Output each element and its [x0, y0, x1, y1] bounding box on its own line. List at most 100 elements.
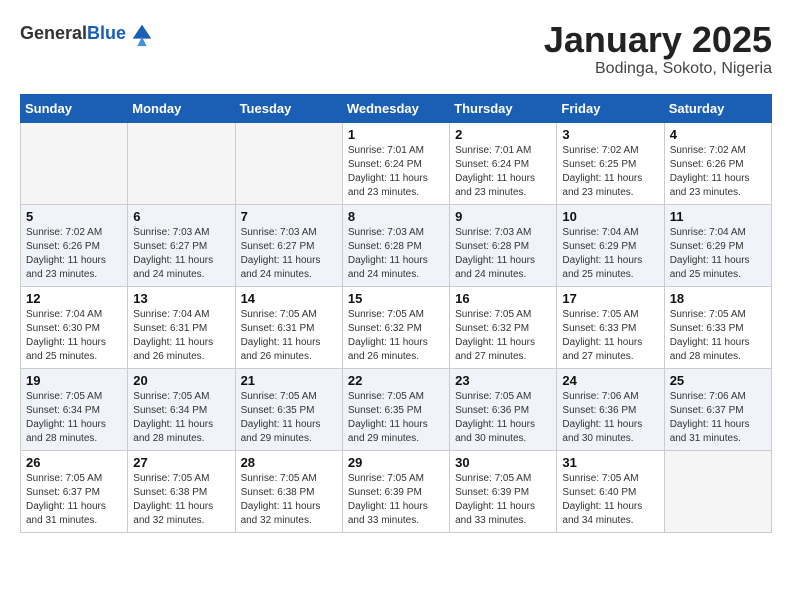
day-number: 24: [562, 373, 658, 388]
day-number: 29: [348, 455, 444, 470]
day-number: 28: [241, 455, 337, 470]
calendar-week-row: 5Sunrise: 7:02 AM Sunset: 6:26 PM Daylig…: [21, 204, 772, 286]
day-number: 20: [133, 373, 229, 388]
weekday-header-thursday: Thursday: [450, 94, 557, 122]
day-number: 6: [133, 209, 229, 224]
day-number: 31: [562, 455, 658, 470]
day-info: Sunrise: 7:01 AM Sunset: 6:24 PM Dayligh…: [348, 144, 444, 200]
day-number: 1: [348, 127, 444, 142]
weekday-header-monday: Monday: [128, 94, 235, 122]
day-info: Sunrise: 7:05 AM Sunset: 6:39 PM Dayligh…: [455, 472, 551, 528]
calendar-day-cell: 12 Sunrise: 7:04 AM Sunset: 6:30 PM Dayli…: [21, 286, 128, 368]
day-number: 18: [670, 291, 766, 306]
day-number: 14: [241, 291, 337, 306]
location: Bodinga, Sokoto, Nigeria: [544, 60, 772, 78]
calendar-day-cell: 17Sunrise: 7:05 AM Sunset: 6:33 PM Dayli…: [557, 286, 664, 368]
weekday-header-tuesday: Tuesday: [235, 94, 342, 122]
day-number: 3: [562, 127, 658, 142]
calendar-day-cell: 30 Sunrise: 7:05 AM Sunset: 6:39 PM Dayli…: [450, 450, 557, 532]
day-info: Sunrise: 7:05 AM Sunset: 6:32 PM Dayligh…: [348, 308, 444, 364]
calendar-day-cell: 9 Sunrise: 7:03 AM Sunset: 6:28 PM Daylig…: [450, 204, 557, 286]
weekday-header-wednesday: Wednesday: [342, 94, 449, 122]
calendar-day-cell: 11 Sunrise: 7:04 AM Sunset: 6:29 PM Dayli…: [664, 204, 771, 286]
calendar-day-cell: 19 Sunrise: 7:05 AM Sunset: 6:34 PM Dayli…: [21, 368, 128, 450]
calendar-day-cell: 2 Sunrise: 7:01 AM Sunset: 6:24 PM Daylig…: [450, 122, 557, 204]
calendar-day-cell: [21, 122, 128, 204]
weekday-header-sunday: Sunday: [21, 94, 128, 122]
calendar-day-cell: [664, 450, 771, 532]
day-number: 13: [133, 291, 229, 306]
calendar-week-row: 26 Sunrise: 7:05 AM Sunset: 6:37 PM Dayli…: [21, 450, 772, 532]
calendar-day-cell: 20 Sunrise: 7:05 AM Sunset: 6:34 PM Dayli…: [128, 368, 235, 450]
day-info: Sunrise: 7:05 AM Sunset: 6:40 PM Dayligh…: [562, 472, 658, 528]
day-info: Sunrise: 7:05 AM Sunset: 6:33 PM Dayligh…: [562, 308, 658, 364]
day-number: 8: [348, 209, 444, 224]
calendar-day-cell: 31 Sunrise: 7:05 AM Sunset: 6:40 PM Dayli…: [557, 450, 664, 532]
day-info: Sunrise: 7:04 AM Sunset: 6:29 PM Dayligh…: [670, 226, 766, 282]
day-info: Sunrise: 7:05 AM Sunset: 6:36 PM Dayligh…: [455, 390, 551, 446]
calendar-day-cell: 18 Sunrise: 7:05 AM Sunset: 6:33 PM Dayli…: [664, 286, 771, 368]
day-info: Sunrise: 7:05 AM Sunset: 6:38 PM Dayligh…: [133, 472, 229, 528]
day-info: Sunrise: 7:02 AM Sunset: 6:26 PM Dayligh…: [670, 144, 766, 200]
calendar-day-cell: 5Sunrise: 7:02 AM Sunset: 6:26 PM Daylig…: [21, 204, 128, 286]
day-number: 16: [455, 291, 551, 306]
day-info: Sunrise: 7:05 AM Sunset: 6:35 PM Dayligh…: [241, 390, 337, 446]
day-info: Sunrise: 7:05 AM Sunset: 6:34 PM Dayligh…: [133, 390, 229, 446]
day-info: Sunrise: 7:03 AM Sunset: 6:28 PM Dayligh…: [455, 226, 551, 282]
day-info: Sunrise: 7:05 AM Sunset: 6:35 PM Dayligh…: [348, 390, 444, 446]
calendar-day-cell: 28 Sunrise: 7:05 AM Sunset: 6:38 PM Dayli…: [235, 450, 342, 532]
day-number: 23: [455, 373, 551, 388]
day-info: Sunrise: 7:01 AM Sunset: 6:24 PM Dayligh…: [455, 144, 551, 200]
day-info: Sunrise: 7:05 AM Sunset: 6:37 PM Dayligh…: [26, 472, 122, 528]
calendar-day-cell: 27 Sunrise: 7:05 AM Sunset: 6:38 PM Dayli…: [128, 450, 235, 532]
calendar-week-row: 19 Sunrise: 7:05 AM Sunset: 6:34 PM Dayli…: [21, 368, 772, 450]
day-number: 10: [562, 209, 658, 224]
calendar-day-cell: 8Sunrise: 7:03 AM Sunset: 6:28 PM Daylig…: [342, 204, 449, 286]
day-number: 15: [348, 291, 444, 306]
calendar-day-cell: [235, 122, 342, 204]
day-info: Sunrise: 7:05 AM Sunset: 6:34 PM Dayligh…: [26, 390, 122, 446]
calendar-week-row: 1 Sunrise: 7:01 AM Sunset: 6:24 PM Daylig…: [21, 122, 772, 204]
day-number: 26: [26, 455, 122, 470]
day-number: 5: [26, 209, 122, 224]
day-info: Sunrise: 7:04 AM Sunset: 6:31 PM Dayligh…: [133, 308, 229, 364]
day-number: 7: [241, 209, 337, 224]
day-number: 4: [670, 127, 766, 142]
day-info: Sunrise: 7:05 AM Sunset: 6:38 PM Dayligh…: [241, 472, 337, 528]
day-number: 9: [455, 209, 551, 224]
day-number: 27: [133, 455, 229, 470]
day-number: 12: [26, 291, 122, 306]
calendar-table: SundayMondayTuesdayWednesdayThursdayFrid…: [20, 94, 772, 533]
calendar-day-cell: 1 Sunrise: 7:01 AM Sunset: 6:24 PM Daylig…: [342, 122, 449, 204]
day-info: Sunrise: 7:06 AM Sunset: 6:36 PM Dayligh…: [562, 390, 658, 446]
day-number: 21: [241, 373, 337, 388]
day-info: Sunrise: 7:05 AM Sunset: 6:39 PM Dayligh…: [348, 472, 444, 528]
page-header: GeneralBlue January 2025 Bodinga, Sokoto…: [20, 20, 772, 78]
calendar-day-cell: 10 Sunrise: 7:04 AM Sunset: 6:29 PM Dayli…: [557, 204, 664, 286]
day-info: Sunrise: 7:03 AM Sunset: 6:27 PM Dayligh…: [133, 226, 229, 282]
day-number: 11: [670, 209, 766, 224]
logo-icon: [128, 20, 156, 48]
calendar-day-cell: 29 Sunrise: 7:05 AM Sunset: 6:39 PM Dayli…: [342, 450, 449, 532]
day-number: 25: [670, 373, 766, 388]
calendar-day-cell: 16Sunrise: 7:05 AM Sunset: 6:32 PM Dayli…: [450, 286, 557, 368]
calendar-day-cell: 13 Sunrise: 7:04 AM Sunset: 6:31 PM Dayli…: [128, 286, 235, 368]
day-info: Sunrise: 7:04 AM Sunset: 6:30 PM Dayligh…: [26, 308, 122, 364]
calendar-day-cell: 4 Sunrise: 7:02 AM Sunset: 6:26 PM Daylig…: [664, 122, 771, 204]
day-number: 30: [455, 455, 551, 470]
calendar-day-cell: 15 Sunrise: 7:05 AM Sunset: 6:32 PM Dayli…: [342, 286, 449, 368]
day-info: Sunrise: 7:05 AM Sunset: 6:31 PM Dayligh…: [241, 308, 337, 364]
day-info: Sunrise: 7:05 AM Sunset: 6:33 PM Dayligh…: [670, 308, 766, 364]
day-info: Sunrise: 7:06 AM Sunset: 6:37 PM Dayligh…: [670, 390, 766, 446]
calendar-day-cell: 6 Sunrise: 7:03 AM Sunset: 6:27 PM Daylig…: [128, 204, 235, 286]
calendar-day-cell: 23 Sunrise: 7:05 AM Sunset: 6:36 PM Dayli…: [450, 368, 557, 450]
weekday-header-row: SundayMondayTuesdayWednesdayThursdayFrid…: [21, 94, 772, 122]
day-info: Sunrise: 7:04 AM Sunset: 6:29 PM Dayligh…: [562, 226, 658, 282]
calendar-day-cell: [128, 122, 235, 204]
day-number: 2: [455, 127, 551, 142]
day-number: 22: [348, 373, 444, 388]
calendar-day-cell: 21 Sunrise: 7:05 AM Sunset: 6:35 PM Dayli…: [235, 368, 342, 450]
day-number: 19: [26, 373, 122, 388]
day-info: Sunrise: 7:03 AM Sunset: 6:27 PM Dayligh…: [241, 226, 337, 282]
calendar-day-cell: 7 Sunrise: 7:03 AM Sunset: 6:27 PM Daylig…: [235, 204, 342, 286]
